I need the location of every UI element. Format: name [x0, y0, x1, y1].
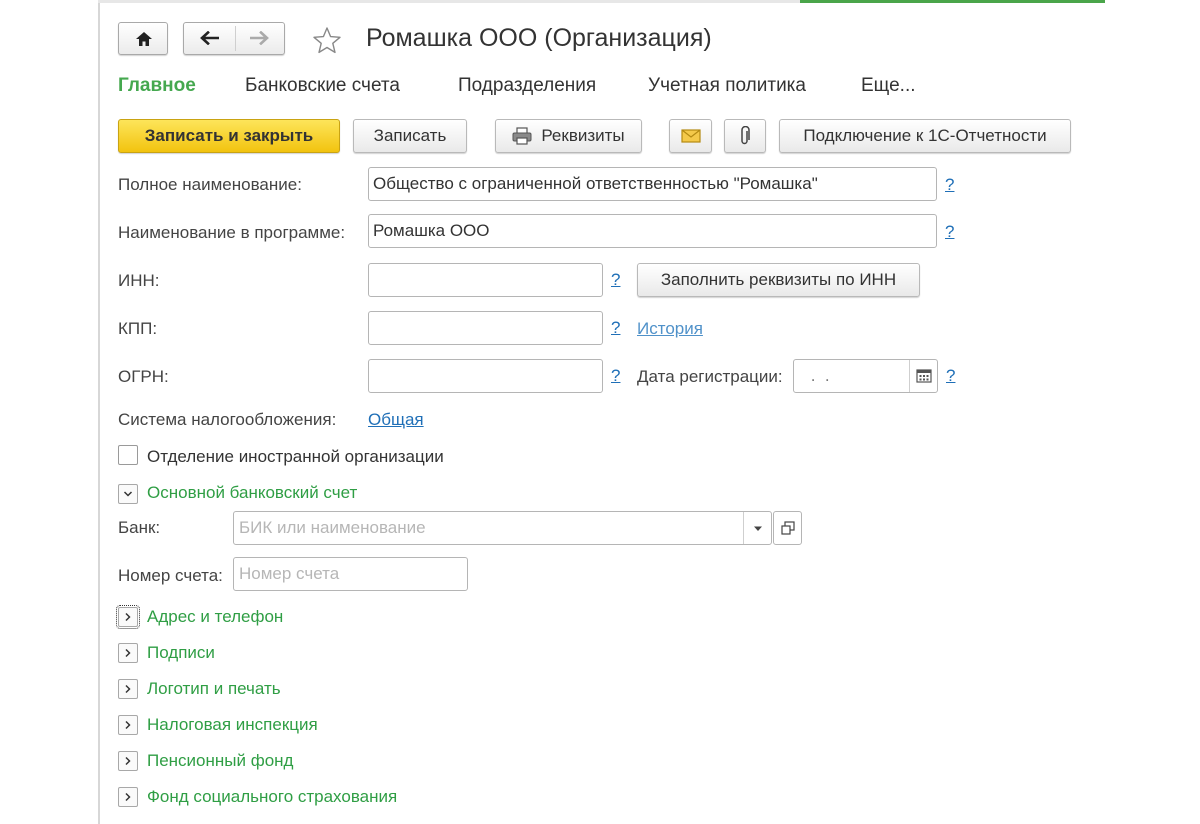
- ogrn-help-link[interactable]: ?: [611, 366, 620, 386]
- chevron-right-icon: [125, 792, 131, 802]
- full-name-label: Полное наименование:: [118, 175, 302, 194]
- signatures-group-toggle[interactable]: [118, 643, 138, 663]
- tax-system-link[interactable]: Общая: [368, 410, 424, 430]
- tab-bank-accounts[interactable]: Банковские счета: [245, 75, 400, 97]
- bank-open-button[interactable]: [773, 511, 802, 545]
- pension-fund-group-title[interactable]: Пенсионный фонд: [147, 751, 293, 771]
- social-insurance-group-title[interactable]: Фонд социального страхования: [147, 787, 397, 807]
- foreign-branch-label: Отделение иностранной организации: [147, 447, 444, 466]
- bank-field-divider: [743, 512, 744, 544]
- arrow-left-icon: [200, 31, 219, 45]
- star-outline-icon[interactable]: [312, 26, 342, 54]
- active-window-indicator: [800, 0, 1105, 3]
- tab-more[interactable]: Еще...: [861, 75, 916, 97]
- registration-date-value: . .: [806, 366, 830, 385]
- pension-fund-group-toggle[interactable]: [118, 751, 138, 771]
- registration-date-field[interactable]: . .: [793, 359, 938, 393]
- requisites-button[interactable]: Реквизиты: [495, 119, 642, 153]
- short-name-field[interactable]: Ромашка ООО: [368, 214, 937, 248]
- chevron-right-icon: [125, 756, 131, 766]
- tab-departments[interactable]: Подразделения: [458, 75, 596, 97]
- tab-accounting-policy[interactable]: Учетная политика: [648, 75, 806, 97]
- forward-button[interactable]: [236, 23, 285, 54]
- window-left-border: [98, 0, 100, 824]
- bank-label: Банк:: [118, 518, 161, 537]
- tab-main[interactable]: Главное: [118, 75, 196, 97]
- chevron-right-icon: [125, 720, 131, 730]
- inn-field[interactable]: [368, 263, 603, 297]
- short-name-help-link[interactable]: ?: [945, 222, 954, 242]
- kpp-history-link[interactable]: История: [637, 319, 703, 339]
- home-button[interactable]: [118, 22, 168, 55]
- envelope-icon: [680, 129, 701, 143]
- printer-icon: [512, 127, 532, 145]
- ogrn-field[interactable]: [368, 359, 603, 393]
- chevron-right-icon: [125, 648, 131, 658]
- registration-date-help-link[interactable]: ?: [946, 366, 955, 386]
- requisites-button-label: Реквизиты: [541, 126, 625, 145]
- chevron-right-icon: [125, 612, 131, 622]
- tax-office-group-toggle[interactable]: [118, 715, 138, 735]
- tax-office-group-title[interactable]: Налоговая инспекция: [147, 715, 318, 735]
- full-name-field[interactable]: Общество с ограниченной ответственностью…: [368, 167, 937, 201]
- account-number-label: Номер счета:: [118, 566, 223, 585]
- inn-help-link[interactable]: ?: [611, 270, 620, 290]
- bank-field-placeholder: БИК или наименование: [239, 518, 426, 537]
- logo-stamp-group-title[interactable]: Логотип и печать: [147, 679, 281, 699]
- kpp-field[interactable]: [368, 311, 603, 345]
- back-forward-group: [183, 22, 285, 55]
- bank-field[interactable]: БИК или наименование: [233, 511, 772, 545]
- signatures-group-title[interactable]: Подписи: [147, 643, 215, 663]
- back-button[interactable]: [184, 23, 235, 54]
- send-email-button[interactable]: [669, 119, 712, 153]
- open-form-icon: [781, 521, 795, 535]
- short-name-label: Наименование в программе:: [118, 223, 346, 242]
- bank-group-toggle[interactable]: [118, 484, 138, 504]
- chevron-right-icon: [125, 684, 131, 694]
- tax-system-label: Система налогообложения:: [118, 410, 337, 429]
- arrow-right-icon: [250, 31, 269, 45]
- connect-1c-reporting-button[interactable]: Подключение к 1С-Отчетности: [779, 119, 1071, 153]
- registration-date-label: Дата регистрации:: [637, 367, 783, 386]
- home-icon: [136, 32, 152, 46]
- kpp-label: КПП:: [118, 319, 158, 338]
- account-number-field[interactable]: [233, 557, 468, 591]
- foreign-branch-checkbox[interactable]: [118, 445, 138, 465]
- chevron-down-icon: [123, 491, 133, 497]
- save-button[interactable]: Записать: [353, 119, 467, 153]
- full-name-help-link[interactable]: ?: [945, 175, 954, 195]
- inn-label: ИНН:: [118, 271, 160, 290]
- logo-stamp-group-toggle[interactable]: [118, 679, 138, 699]
- address-phone-group-toggle[interactable]: [116, 605, 140, 629]
- calendar-icon[interactable]: [916, 369, 932, 383]
- address-phone-group-title[interactable]: Адрес и телефон: [147, 607, 283, 627]
- dropdown-arrow-icon[interactable]: [753, 526, 763, 532]
- save-and-close-button[interactable]: Записать и закрыть: [118, 119, 340, 153]
- social-insurance-group-toggle[interactable]: [118, 787, 138, 807]
- paperclip-icon: [741, 126, 750, 145]
- date-field-divider: [909, 360, 910, 392]
- fill-by-inn-button[interactable]: Заполнить реквизиты по ИНН: [637, 263, 920, 297]
- ogrn-label: ОГРН:: [118, 367, 169, 386]
- bank-group-title[interactable]: Основной банковский счет: [147, 483, 357, 503]
- attach-file-button[interactable]: [724, 119, 766, 153]
- kpp-help-link[interactable]: ?: [611, 318, 620, 338]
- page-title: Ромашка ООО (Организация): [366, 24, 712, 52]
